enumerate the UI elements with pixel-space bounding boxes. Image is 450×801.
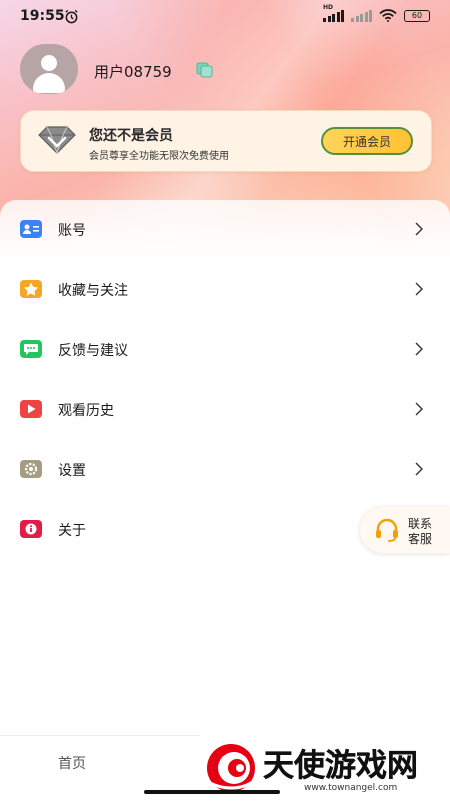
menu-item-history[interactable]: 观看历史 — [0, 380, 450, 440]
chevron-right-icon — [415, 402, 423, 416]
vip-title: 您还不是会员 — [89, 128, 173, 144]
home-indicator[interactable] — [144, 790, 280, 794]
watermark-logo-icon — [207, 744, 255, 792]
vip-membership-card[interactable]: 您还不是会员 会员尊享全功能无限次免费使用 开通会员 — [20, 110, 432, 172]
username: 用户08759 — [94, 63, 172, 81]
cellular-signal-icon: HD — [323, 4, 344, 22]
menu-item-label: 关于 — [58, 523, 86, 539]
tab-home[interactable]: 首页 — [58, 753, 86, 773]
diamond-icon — [38, 126, 76, 155]
account-card-icon — [20, 220, 42, 238]
chevron-right-icon — [415, 342, 423, 356]
status-bar: 19:55 HD 60 — [0, 0, 450, 34]
play-icon — [20, 400, 42, 418]
menu-item-label: 账号 — [58, 223, 86, 239]
chevron-right-icon — [415, 282, 423, 296]
info-icon — [20, 520, 42, 538]
menu-item-favorites[interactable]: 收藏与关注 — [0, 260, 450, 320]
menu-item-settings[interactable]: 设置 — [0, 440, 450, 500]
alarm-icon — [65, 9, 78, 24]
gear-icon — [20, 460, 42, 478]
battery-level: 60 — [411, 11, 423, 20]
menu-item-label: 设置 — [58, 463, 86, 479]
star-icon — [20, 280, 42, 298]
menu-item-label: 收藏与关注 — [58, 283, 128, 299]
cellular-signal-2-icon — [351, 9, 372, 22]
menu-item-account[interactable]: 账号 — [0, 200, 450, 260]
watermark-url: www.townangel.com — [304, 783, 398, 793]
customer-service-button[interactable]: 联系客服 — [360, 507, 450, 553]
chevron-right-icon — [415, 462, 423, 476]
customer-service-label: 联系客服 — [408, 517, 433, 546]
network-type-label: HD — [323, 3, 334, 11]
headset-icon — [376, 518, 398, 542]
status-time: 19:55 — [20, 8, 65, 24]
open-membership-button[interactable]: 开通会员 — [321, 127, 413, 155]
wifi-icon — [379, 9, 397, 22]
chevron-right-icon — [415, 222, 423, 236]
vip-subtitle: 会员尊享全功能无限次免费使用 — [89, 151, 229, 162]
avatar[interactable] — [20, 44, 78, 94]
menu-item-label: 观看历史 — [58, 403, 114, 419]
battery-icon: 60 — [404, 9, 430, 22]
settings-menu: 账号 收藏与关注 反馈与建议 观看历史 设置 关于 — [0, 200, 450, 760]
menu-item-label: 反馈与建议 — [58, 343, 128, 359]
chat-bubble-icon — [20, 340, 42, 358]
copy-icon[interactable] — [196, 62, 214, 78]
menu-item-feedback[interactable]: 反馈与建议 — [0, 320, 450, 380]
watermark-text: 天使游戏网 — [263, 748, 418, 784]
